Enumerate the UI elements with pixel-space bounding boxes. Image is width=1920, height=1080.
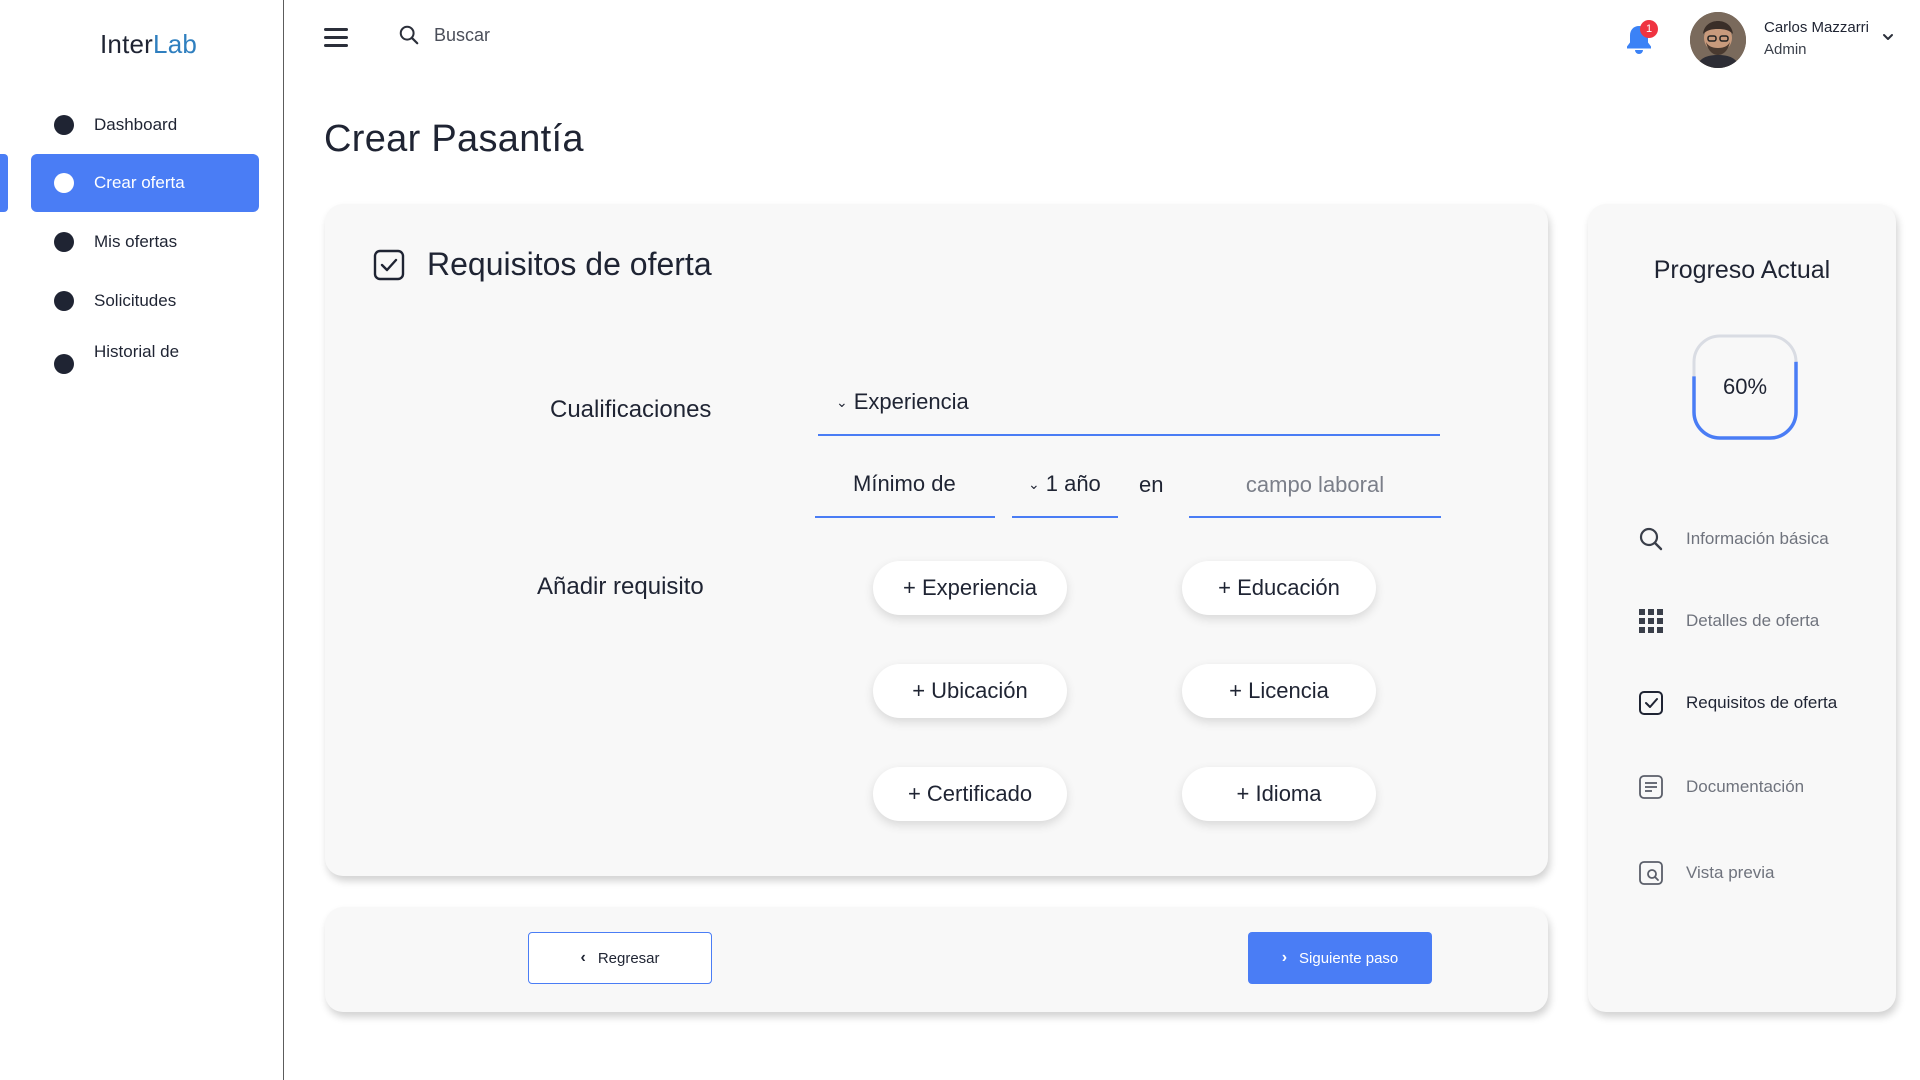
dot-icon [54, 232, 74, 252]
step-label: Información básica [1686, 529, 1829, 548]
work-field-placeholder: campo laboral [1245, 472, 1385, 497]
user-role: Admin [1764, 41, 1807, 58]
document-icon [1639, 775, 1663, 799]
grid-icon [1639, 609, 1663, 633]
search-bar [398, 24, 734, 46]
add-license-button[interactable]: + Licencia [1182, 664, 1376, 718]
active-nav-marker [0, 154, 8, 212]
duration-select[interactable]: ⌄ 1 año [1012, 462, 1118, 518]
qualification-type-value: Experiencia [853, 389, 969, 414]
sidebar-item-label: Mis ofertas [94, 232, 178, 251]
avatar[interactable] [1690, 12, 1746, 68]
step-label: Vista previa [1686, 863, 1775, 882]
preview-icon [1639, 861, 1663, 885]
chevron-down-icon: ⌄ [836, 393, 848, 410]
back-button[interactable]: ‹ Regresar [528, 932, 712, 984]
app-logo[interactable]: InterLab [100, 29, 197, 60]
step-documentacion[interactable]: Documentación [1638, 774, 1804, 800]
sidebar: InterLab Dashboard Crear oferta Mis ofer… [0, 0, 284, 1080]
chevron-down-icon: ⌄ [1028, 475, 1040, 492]
progress-percent: 60% [1722, 374, 1768, 399]
step-requisitos-de-oferta[interactable]: Requisitos de oferta [1638, 690, 1837, 716]
logo-main: Inter [100, 29, 154, 59]
sidebar-item-crear-oferta[interactable]: Crear oferta [31, 154, 259, 212]
user-photo-icon [1690, 12, 1746, 68]
sidebar-item-label: Dashboard [94, 115, 178, 134]
add-education-button[interactable]: + Educación [1182, 561, 1376, 615]
add-language-button[interactable]: + Idioma [1182, 767, 1376, 821]
work-field-input[interactable]: campo laboral [1189, 462, 1441, 518]
checkbox-icon [1639, 691, 1663, 715]
navigation-card: ‹ Regresar › Siguiente paso [325, 907, 1548, 1012]
sidebar-item-label: Historial de [94, 342, 180, 361]
user-menu[interactable]: Carlos Mazzarri Admin [1764, 19, 1869, 58]
section-header: Requisitos de oferta [373, 246, 712, 283]
progress-title: Progreso Actual [1653, 256, 1831, 284]
section-title: Requisitos de oferta [427, 246, 712, 282]
qualifications-label: Cualificaciones [550, 396, 712, 423]
step-label: Requisitos de oferta [1686, 693, 1838, 712]
next-button-label: Siguiente paso [1299, 949, 1399, 967]
logo-accent: Lab [153, 29, 198, 59]
add-experience-button[interactable]: + Experiencia [873, 561, 1067, 615]
back-button-label: Regresar [597, 949, 660, 967]
minimum-field[interactable]: Mínimo de [815, 462, 995, 518]
in-word: en [1139, 472, 1164, 497]
sidebar-item-solicitudes[interactable]: Solicitudes [31, 272, 259, 330]
hamburger-menu-icon[interactable] [324, 28, 348, 48]
sidebar-item-dashboard[interactable]: Dashboard [31, 96, 259, 154]
step-vista-previa[interactable]: Vista previa [1638, 860, 1775, 886]
step-informacion-basica[interactable]: Información básica [1638, 526, 1829, 552]
notifications-button[interactable]: 1 [1622, 20, 1658, 56]
step-label: Documentación [1686, 777, 1805, 796]
dot-icon [54, 354, 74, 374]
step-label: Detalles de oferta [1686, 611, 1820, 630]
chevron-down-icon[interactable] [1881, 30, 1895, 44]
qualification-type-select[interactable]: ⌄ Experiencia [818, 382, 1440, 436]
checkbox-icon [373, 249, 405, 280]
search-input[interactable] [434, 24, 734, 46]
chevron-left-icon: ‹ [580, 949, 586, 966]
next-step-button[interactable]: › Siguiente paso [1248, 932, 1432, 984]
sidebar-item-mis-ofertas[interactable]: Mis ofertas [31, 213, 259, 271]
notification-badge: 1 [1640, 20, 1658, 38]
sidebar-item-historial[interactable]: Historial de [31, 324, 259, 382]
dot-icon [54, 291, 74, 311]
duration-value: 1 año [1045, 471, 1101, 496]
sidebar-item-label: Solicitudes [94, 291, 177, 310]
search-icon [399, 25, 419, 45]
requirements-card: Requisitos de oferta Cualificaciones ⌄ E… [325, 204, 1548, 876]
sidebar-item-label: Crear oferta [94, 173, 185, 192]
minimum-label: Mínimo de [853, 471, 956, 496]
step-detalles-de-oferta[interactable]: Detalles de oferta [1638, 608, 1819, 634]
chevron-right-icon: › [1281, 949, 1288, 966]
add-location-button[interactable]: + Ubicación [873, 664, 1067, 718]
dot-icon [54, 173, 74, 193]
page-title: Crear Pasantía [324, 118, 584, 160]
search-icon [1639, 527, 1663, 551]
dot-icon [54, 115, 74, 135]
add-requirement-label: Añadir requisito [537, 573, 704, 600]
progress-card: Progreso Actual 60% Información básica D… [1588, 204, 1896, 1012]
add-certificate-button[interactable]: + Certificado [873, 767, 1067, 821]
user-name: Carlos Mazzarri [1764, 19, 1870, 36]
